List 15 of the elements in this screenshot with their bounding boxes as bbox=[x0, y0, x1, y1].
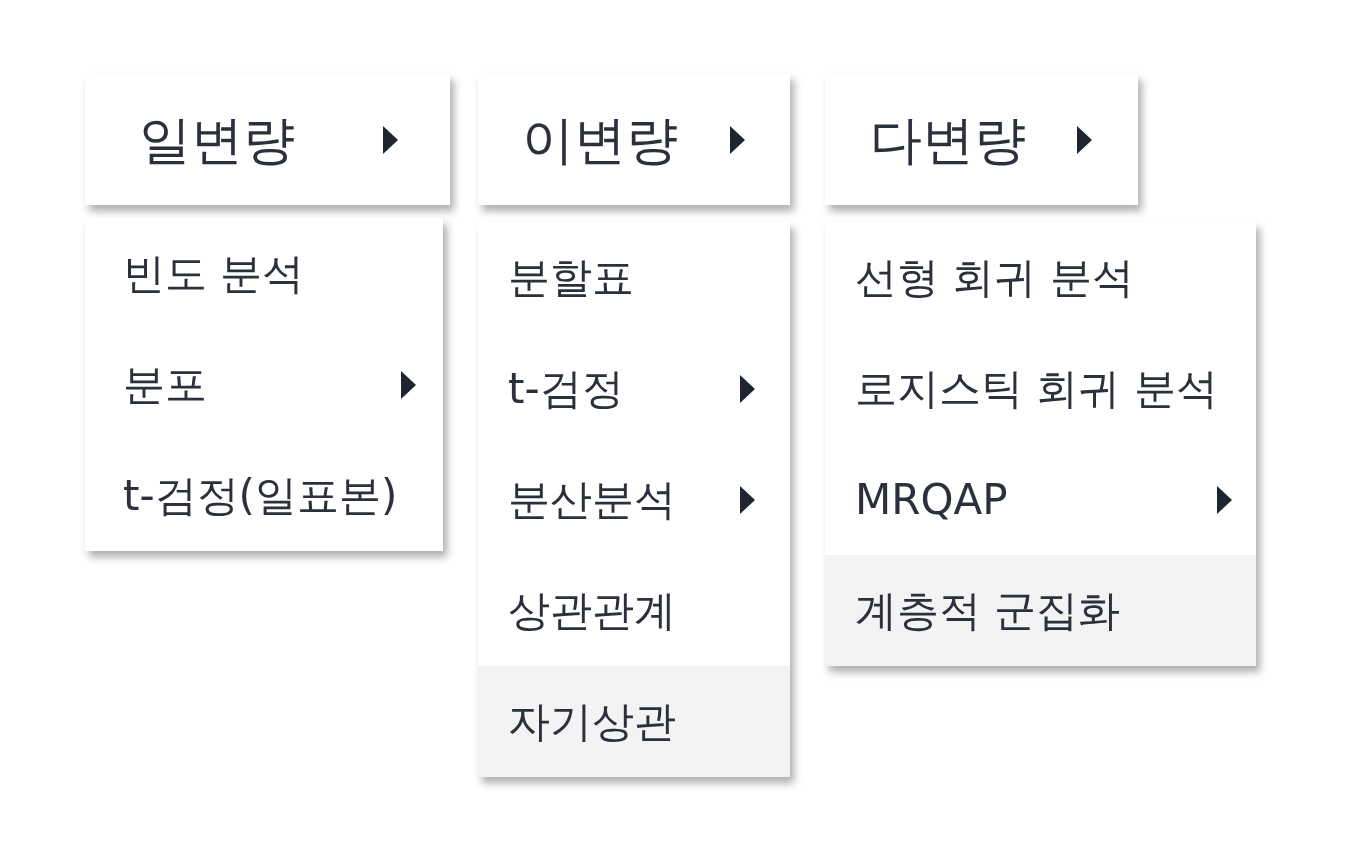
menu-item[interactable]: 상관관계 bbox=[478, 555, 790, 666]
menu-item[interactable]: t-검정(일표본) bbox=[85, 440, 443, 551]
menu-item[interactable]: 빈도 분석 bbox=[85, 218, 443, 329]
menu-button[interactable]: 다변량 bbox=[825, 74, 1138, 205]
menu-item[interactable]: 자기상관 bbox=[478, 666, 790, 777]
menu-item[interactable]: 로지스틱 회귀 분석 bbox=[825, 333, 1256, 444]
menu-item[interactable]: t-검정 bbox=[478, 333, 790, 444]
menu-item[interactable]: MRQAP bbox=[825, 444, 1256, 555]
menu-button[interactable]: 이변량 bbox=[478, 74, 790, 205]
menu-item[interactable]: 분산분석 bbox=[478, 444, 790, 555]
menu-item[interactable]: 분할표 bbox=[478, 222, 790, 333]
menu-item[interactable]: 선형 회귀 분석 bbox=[825, 222, 1256, 333]
menu-item[interactable]: 계층적 군집화 bbox=[825, 555, 1256, 666]
menu-item[interactable]: 분포 bbox=[85, 329, 443, 440]
menu-button[interactable]: 일변량 bbox=[85, 74, 450, 205]
